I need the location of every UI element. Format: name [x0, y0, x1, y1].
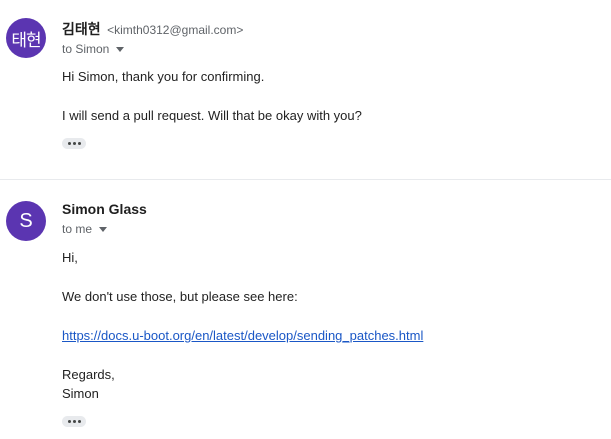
- email-message: 태현 김태현 <kimth0312@gmail.com> to Simon Hi…: [0, 0, 611, 180]
- show-trimmed-content-button[interactable]: [62, 138, 86, 149]
- message-body-line: Regards,: [62, 367, 115, 382]
- message-body-line: Hi,: [62, 250, 78, 265]
- more-horizontal-icon: [67, 420, 71, 423]
- sender-line: 김태현 <kimth0312@gmail.com>: [62, 19, 243, 39]
- more-horizontal-icon-dot: [72, 420, 76, 423]
- message-divider: [0, 179, 611, 180]
- recipient-details-toggle[interactable]: to Simon: [62, 42, 125, 56]
- avatar[interactable]: 태현: [6, 18, 46, 58]
- recipient-label: to me: [62, 222, 93, 236]
- documentation-link[interactable]: https://docs.u-boot.org/en/latest/develo…: [62, 328, 423, 344]
- more-horizontal-icon-dot: [72, 142, 76, 145]
- more-horizontal-icon-dot: [77, 142, 81, 145]
- message-body-line: I will send a pull request. Will that be…: [62, 108, 362, 123]
- more-horizontal-icon: [67, 142, 71, 145]
- sender-line: Simon Glass: [62, 201, 147, 219]
- chevron-down-icon[interactable]: [116, 47, 125, 52]
- sender-email: <kimth0312@gmail.com>: [107, 23, 244, 37]
- more-horizontal-icon-dot: [77, 420, 81, 423]
- recipient-details-toggle[interactable]: to me: [62, 222, 108, 236]
- sender-name[interactable]: 김태현: [62, 21, 101, 37]
- chevron-down-icon[interactable]: [99, 227, 108, 232]
- email-message: S Simon Glass to me Hi, We don't use tho…: [0, 181, 611, 439]
- recipient-label: to Simon: [62, 42, 110, 56]
- message-body-line: Hi Simon, thank you for confirming.: [62, 69, 265, 84]
- sender-name[interactable]: Simon Glass: [62, 201, 147, 217]
- show-trimmed-content-button[interactable]: [62, 416, 86, 427]
- message-body-line: We don't use those, but please see here:: [62, 289, 298, 304]
- message-body-line: Simon: [62, 386, 99, 401]
- avatar[interactable]: S: [6, 201, 46, 241]
